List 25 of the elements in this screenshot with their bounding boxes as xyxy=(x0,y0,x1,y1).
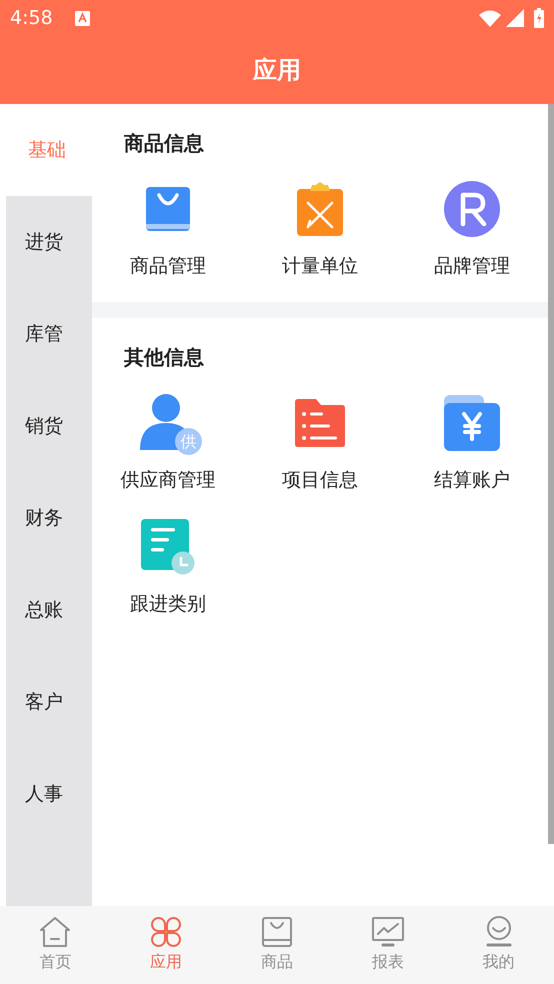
battery-charging-icon xyxy=(534,8,544,28)
shopping-bag-icon xyxy=(145,186,191,232)
registered-r-icon xyxy=(443,180,501,238)
keyboard-notification-icon xyxy=(74,10,90,26)
app-tile[interactable]: 跟进类别 xyxy=(92,506,244,630)
app-tile[interactable]: 项目信息 xyxy=(244,382,396,506)
app-tile[interactable]: 计量单位 xyxy=(244,168,396,292)
folder-list-icon xyxy=(294,398,346,448)
bag-icon xyxy=(260,916,293,948)
app-tile[interactable]: 品牌管理 xyxy=(396,168,548,292)
document-clock-icon xyxy=(141,519,195,575)
home-icon xyxy=(39,916,72,948)
signal-icon xyxy=(506,9,524,27)
page-title: 应用 xyxy=(253,55,301,86)
app-tile[interactable]: 供 供应商管理 xyxy=(92,382,244,506)
wifi-icon xyxy=(479,10,501,26)
status-time: 4:58 xyxy=(10,6,53,31)
app-tile[interactable]: 商品管理 xyxy=(92,168,244,292)
section-title: 其他信息 xyxy=(123,344,205,371)
app-tile[interactable]: 结算账户 xyxy=(396,382,548,506)
supplier-badge: 供 xyxy=(175,428,202,455)
chart-monitor-icon xyxy=(370,916,405,948)
section-title: 商品信息 xyxy=(123,130,205,157)
yuan-folder-icon xyxy=(443,394,501,452)
clover-icon xyxy=(150,916,182,948)
